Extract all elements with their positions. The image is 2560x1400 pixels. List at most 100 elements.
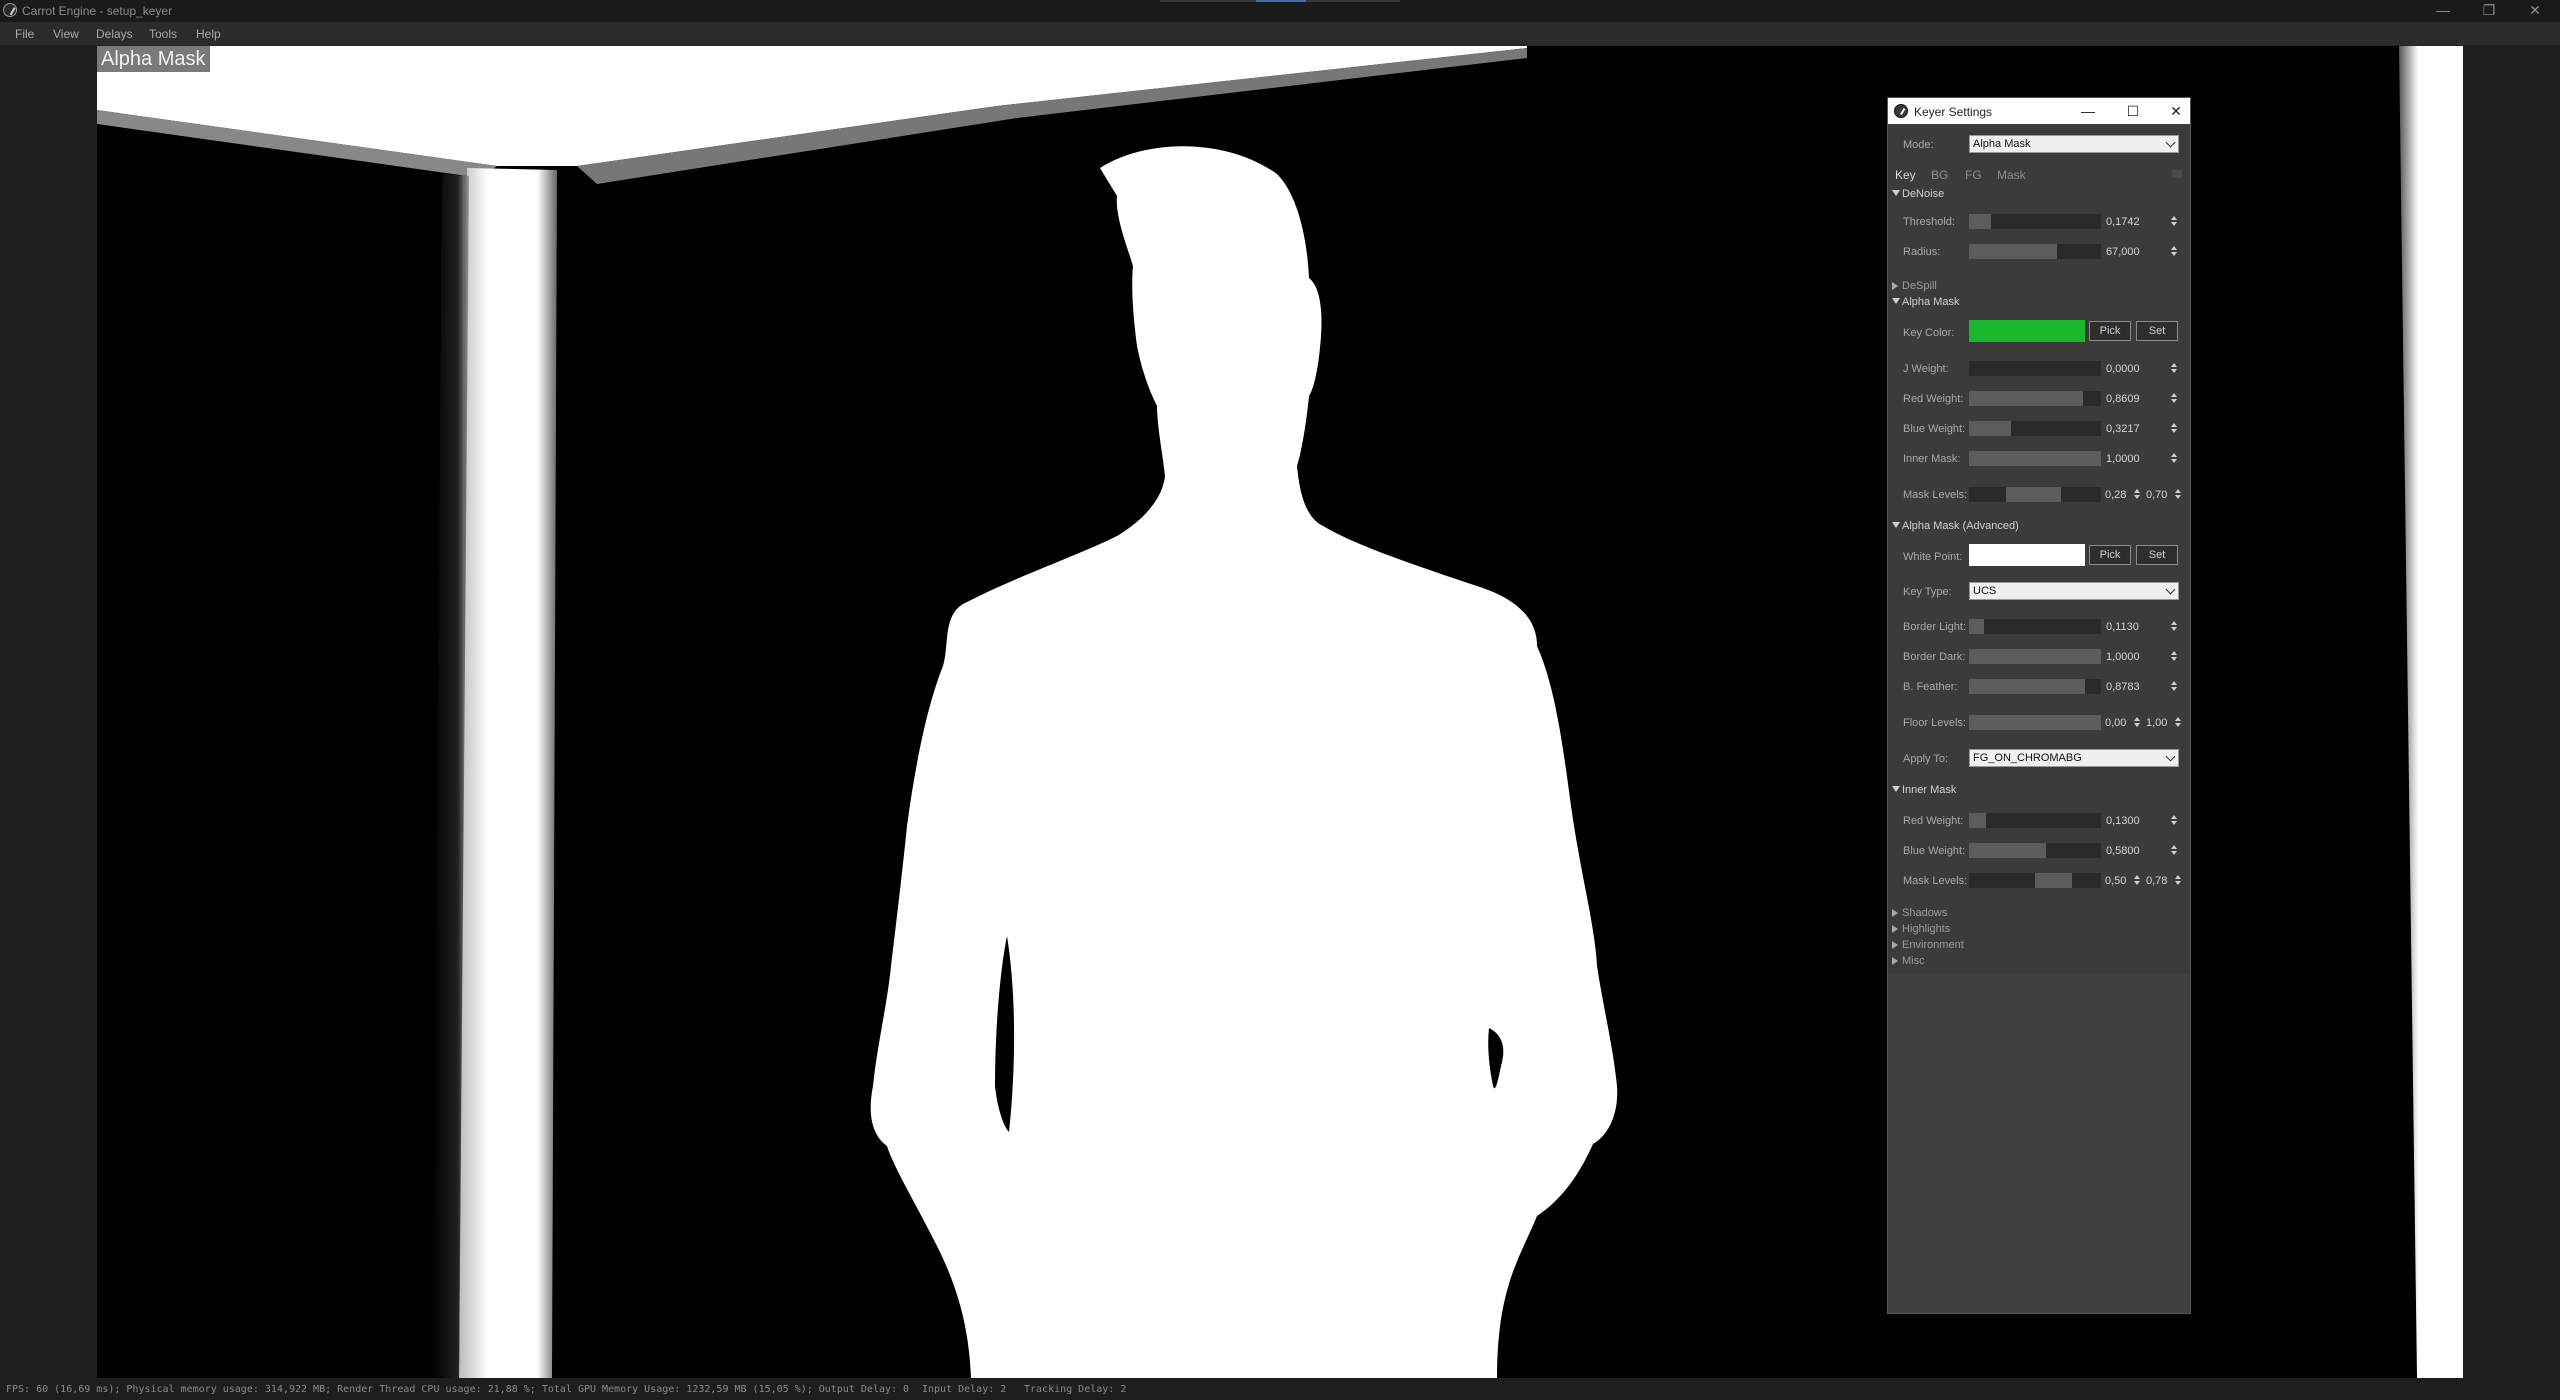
tab-mask[interactable]: Mask	[1997, 168, 2026, 182]
section-denoise[interactable]: DeNoise	[1888, 187, 2190, 203]
inner-red-weight-down-icon[interactable]	[2171, 821, 2177, 825]
apply-to-select[interactable]: FG_ON_CHROMABG	[1969, 749, 2179, 767]
section-alpha-mask[interactable]: Alpha Mask	[1888, 295, 2190, 311]
blue-weight-value[interactable]: 0,3217	[2106, 423, 2140, 435]
threshold-down-icon[interactable]	[2171, 222, 2177, 226]
inner-mask-up-icon[interactable]	[2171, 453, 2177, 457]
section-environment[interactable]: Environment	[1888, 938, 2190, 954]
floor-levels-low[interactable]: 0,00	[2105, 717, 2126, 729]
blue-weight-up-icon[interactable]	[2171, 423, 2177, 427]
keyer-minimize-button[interactable]: —	[2076, 101, 2100, 121]
restore-button[interactable]: ❐	[2466, 0, 2512, 22]
border-dark-down-icon[interactable]	[2171, 657, 2177, 661]
red-weight-up-icon[interactable]	[2171, 393, 2177, 397]
floor-levels-high[interactable]: 1,00	[2146, 717, 2167, 729]
menu-tools[interactable]: Tools	[149, 27, 177, 41]
inner-mask-levels-high[interactable]: 0,78	[2146, 875, 2167, 887]
inner-mask-levels-high-down-icon[interactable]	[2175, 881, 2181, 885]
mask-levels-low-up-icon[interactable]	[2134, 489, 2140, 493]
inner-mask-slider[interactable]	[1969, 451, 2101, 466]
inner-blue-weight-slider[interactable]	[1969, 843, 2101, 858]
inner-blue-weight-value[interactable]: 0,5800	[2106, 845, 2140, 857]
floor-levels-high-up-icon[interactable]	[2175, 717, 2181, 721]
key-color-swatch[interactable]	[1969, 320, 2085, 342]
j-weight-slider[interactable]	[1969, 361, 2101, 376]
section-despill[interactable]: DeSpill	[1888, 279, 2190, 295]
menu-file[interactable]: File	[15, 27, 34, 41]
tab-bg[interactable]: BG	[1931, 168, 1948, 182]
keyer-close-button[interactable]: ✕	[2164, 101, 2188, 121]
white-point-pick-button[interactable]: Pick	[2089, 545, 2131, 565]
mask-levels-high-up-icon[interactable]	[2175, 489, 2181, 493]
inner-mask-value[interactable]: 1,0000	[2106, 453, 2140, 465]
border-dark-slider[interactable]	[1969, 649, 2101, 664]
radius-slider[interactable]	[1969, 244, 2101, 259]
inner-mask-levels-high-up-icon[interactable]	[2175, 875, 2181, 879]
inner-blue-weight-up-icon[interactable]	[2171, 845, 2177, 849]
radius-down-icon[interactable]	[2171, 252, 2177, 256]
blue-weight-down-icon[interactable]	[2171, 429, 2177, 433]
key-type-select[interactable]: UCS	[1969, 582, 2179, 600]
menu-delays[interactable]: Delays	[96, 27, 133, 41]
border-light-value[interactable]: 0,1130	[2106, 621, 2139, 633]
mask-levels-low-down-icon[interactable]	[2134, 495, 2140, 499]
inner-red-weight-value[interactable]: 0,1300	[2106, 815, 2140, 827]
border-dark-value[interactable]: 1,0000	[2106, 651, 2140, 663]
red-weight-value[interactable]: 0,8609	[2106, 393, 2140, 405]
tab-fg[interactable]: FG	[1965, 168, 1982, 182]
key-color-pick-button[interactable]: Pick	[2089, 321, 2131, 341]
j-weight-down-icon[interactable]	[2171, 369, 2177, 373]
section-alpha-mask-advanced[interactable]: Alpha Mask (Advanced)	[1888, 519, 2190, 535]
keyer-maximize-button[interactable]: ☐	[2121, 101, 2145, 121]
white-point-set-button[interactable]: Set	[2136, 545, 2178, 565]
inner-mask-levels-low-up-icon[interactable]	[2134, 875, 2140, 879]
key-color-set-button[interactable]: Set	[2136, 321, 2178, 341]
border-light-up-icon[interactable]	[2171, 621, 2177, 625]
blue-weight-slider[interactable]	[1969, 421, 2101, 436]
section-misc[interactable]: Misc	[1888, 954, 2190, 970]
j-weight-value[interactable]: 0,0000	[2106, 363, 2140, 375]
red-weight-slider[interactable]	[1969, 391, 2101, 406]
inner-red-weight-up-icon[interactable]	[2171, 815, 2177, 819]
floor-levels-low-up-icon[interactable]	[2134, 717, 2140, 721]
mask-levels-high[interactable]: 0,70	[2146, 489, 2167, 501]
inner-mask-levels-range[interactable]	[1969, 873, 2101, 888]
floor-levels-range[interactable]	[1969, 715, 2101, 730]
section-shadows[interactable]: Shadows	[1888, 906, 2190, 922]
mask-levels-low[interactable]: 0,28	[2105, 489, 2126, 501]
inner-mask-levels-low-down-icon[interactable]	[2134, 881, 2140, 885]
border-light-slider[interactable]	[1969, 619, 2101, 634]
threshold-value[interactable]: 0,1742	[2106, 216, 2140, 228]
keyer-title-bar[interactable]: Keyer Settings — ☐ ✕	[1888, 98, 2190, 124]
radius-up-icon[interactable]	[2171, 246, 2177, 250]
j-weight-up-icon[interactable]	[2171, 363, 2177, 367]
mask-levels-range[interactable]	[1969, 487, 2101, 502]
border-light-down-icon[interactable]	[2171, 627, 2177, 631]
radius-value[interactable]: 67,000	[2106, 246, 2140, 258]
minimize-button[interactable]: —	[2420, 0, 2466, 22]
threshold-up-icon[interactable]	[2171, 216, 2177, 220]
white-point-swatch[interactable]	[1969, 544, 2085, 566]
inner-mask-down-icon[interactable]	[2171, 459, 2177, 463]
b-feather-slider[interactable]	[1969, 679, 2101, 694]
floor-levels-low-down-icon[interactable]	[2134, 723, 2140, 727]
b-feather-up-icon[interactable]	[2171, 681, 2177, 685]
close-button[interactable]: ✕	[2512, 0, 2558, 22]
menu-help[interactable]: Help	[196, 27, 221, 41]
mode-select[interactable]: Alpha Mask	[1969, 135, 2179, 153]
inner-mask-levels-low[interactable]: 0,50	[2105, 875, 2126, 887]
threshold-slider[interactable]	[1969, 214, 2101, 229]
menu-view[interactable]: View	[53, 27, 79, 41]
floor-levels-high-down-icon[interactable]	[2175, 723, 2181, 727]
inner-red-weight-slider[interactable]	[1969, 813, 2101, 828]
tab-key[interactable]: Key	[1895, 168, 1916, 182]
mask-levels-high-down-icon[interactable]	[2175, 495, 2181, 499]
border-dark-up-icon[interactable]	[2171, 651, 2177, 655]
tab-scroll-indicator[interactable]	[2172, 170, 2182, 178]
inner-blue-weight-down-icon[interactable]	[2171, 851, 2177, 855]
section-highlights[interactable]: Highlights	[1888, 922, 2190, 938]
b-feather-down-icon[interactable]	[2171, 687, 2177, 691]
section-inner-mask[interactable]: Inner Mask	[1888, 783, 2190, 799]
red-weight-down-icon[interactable]	[2171, 399, 2177, 403]
b-feather-value[interactable]: 0,8783	[2106, 681, 2140, 693]
